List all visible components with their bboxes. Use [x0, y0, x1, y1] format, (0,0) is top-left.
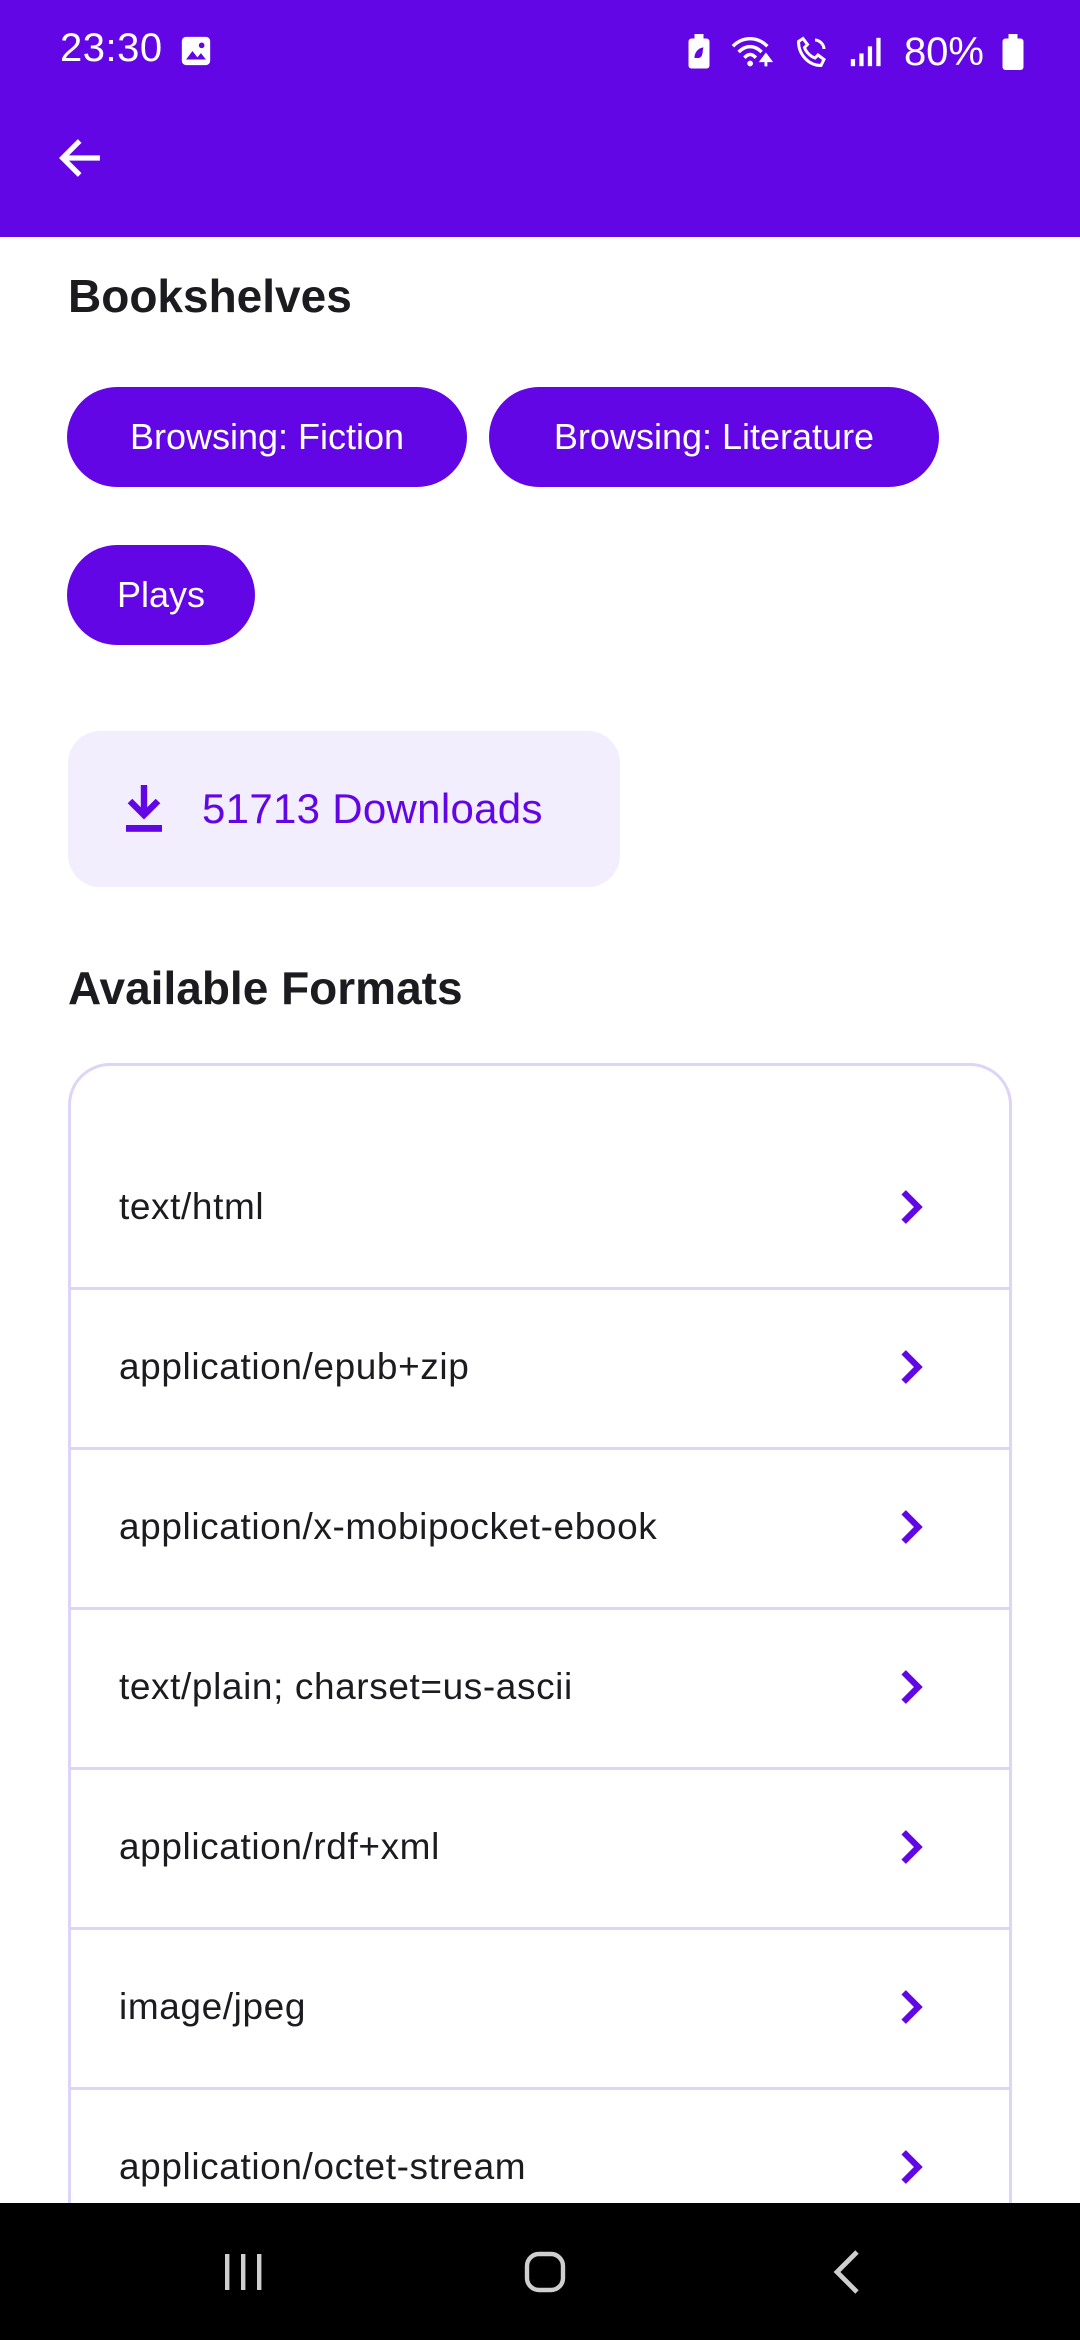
chevron-right-icon: [901, 1990, 923, 2024]
format-item-text-html[interactable]: text/html: [71, 1127, 1009, 1287]
downloads-count: 51713 Downloads: [202, 785, 543, 832]
chevron-right-icon: [901, 2150, 923, 2184]
recents-icon: [225, 2253, 262, 2290]
format-item-epub[interactable]: application/epub+zip: [71, 1287, 1009, 1447]
battery-percent: 80%: [903, 29, 984, 74]
screen: 23:30 80% Bookshelves Browsing: Fiction …: [0, 0, 1080, 2340]
formats-title: Available Formats: [68, 962, 463, 1014]
battery-saver-icon: [688, 34, 710, 69]
signal-icon: [850, 37, 881, 67]
format-label: application/octet-stream: [119, 2146, 527, 2187]
wifi-calling-icon: [731, 36, 774, 67]
app-bar: 23:30 80%: [0, 0, 1080, 237]
format-label: text/html: [119, 1186, 265, 1227]
chevron-right-icon: [901, 1190, 923, 1224]
home-icon: [524, 2251, 566, 2292]
nav-back-button[interactable]: [767, 2203, 927, 2340]
format-item-rdf-xml[interactable]: application/rdf+xml: [71, 1767, 1009, 1927]
status-time: 23:30: [60, 26, 163, 70]
chevron-right-icon: [901, 1670, 923, 1704]
back-button[interactable]: [44, 122, 116, 194]
format-label: application/x-mobipocket-ebook: [119, 1506, 658, 1547]
format-label: application/rdf+xml: [119, 1826, 440, 1867]
format-label: application/epub+zip: [119, 1346, 470, 1387]
arrow-back-icon: [58, 139, 100, 177]
format-item-octet-stream[interactable]: application/octet-stream: [71, 2087, 1009, 2203]
battery-icon: [1002, 34, 1024, 70]
call-icon: [796, 36, 826, 68]
chevron-right-icon: [901, 1830, 923, 1864]
system-nav-bar: [0, 2203, 1080, 2340]
status-icons: 80%: [686, 24, 1024, 80]
chip-plays[interactable]: Plays: [67, 545, 255, 645]
recents-button[interactable]: [163, 2203, 323, 2340]
bookshelves-title: Bookshelves: [68, 270, 352, 322]
format-label: image/jpeg: [119, 1986, 307, 2027]
format-label: text/plain; charset=us-ascii: [119, 1666, 573, 1707]
image-icon: [181, 36, 211, 66]
back-icon: [833, 2249, 859, 2294]
chevron-right-icon: [901, 1510, 923, 1544]
home-button[interactable]: [465, 2203, 625, 2340]
details-content[interactable]: Bookshelves Browsing: Fiction Browsing: …: [0, 237, 1080, 2203]
formats-list: text/html application/epub+zip applicati…: [68, 1063, 1012, 2203]
chip-browsing-literature[interactable]: Browsing: Literature: [489, 387, 939, 487]
format-item-mobipocket[interactable]: application/x-mobipocket-ebook: [71, 1447, 1009, 1607]
download-icon: [126, 785, 162, 832]
format-item-text-plain[interactable]: text/plain; charset=us-ascii: [71, 1607, 1009, 1767]
chevron-right-icon: [901, 1350, 923, 1384]
chip-browsing-fiction[interactable]: Browsing: Fiction: [67, 387, 467, 487]
downloads-card: 51713 Downloads: [68, 731, 620, 887]
format-item-image-jpeg[interactable]: image/jpeg: [71, 1927, 1009, 2087]
